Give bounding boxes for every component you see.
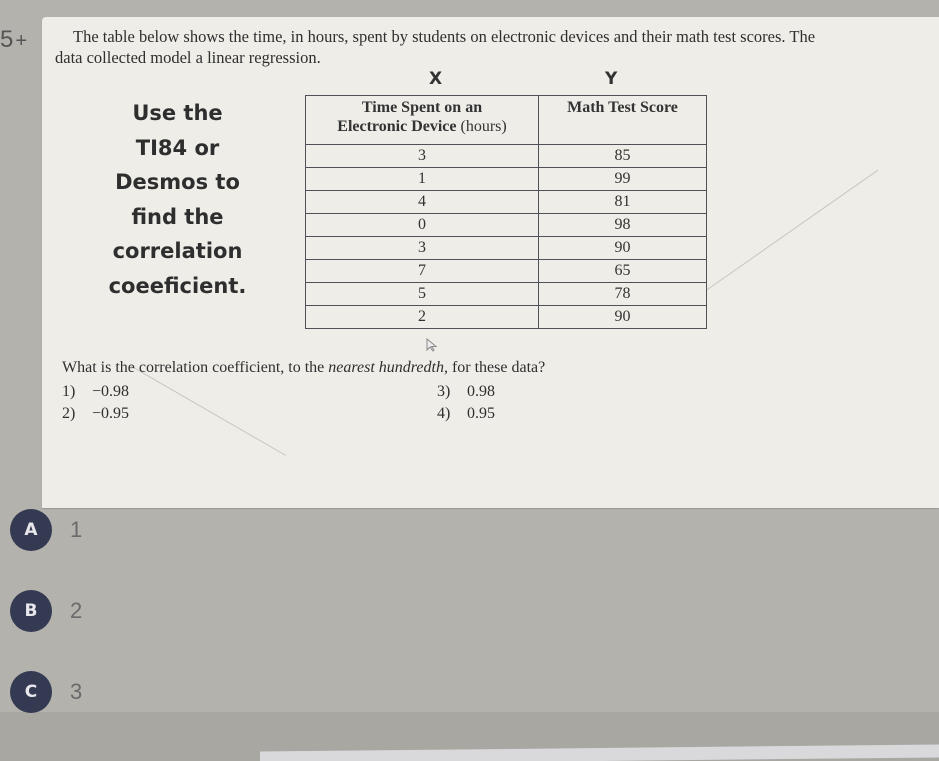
question-number: 5 + — [0, 26, 27, 54]
note-line: Use the — [132, 101, 223, 125]
cell-hours: 3 — [305, 144, 539, 168]
cell-hours: 0 — [305, 213, 539, 237]
cell-score: 98 — [538, 213, 707, 237]
question-prompt: The table below shows the time, in hours… — [55, 26, 935, 68]
table-row: 0 98 — [305, 213, 707, 237]
cell-hours: 3 — [305, 236, 539, 260]
cell-hours: 4 — [305, 190, 539, 214]
answer-text-a[interactable]: 1 — [70, 517, 82, 543]
note-line: TI84 or — [135, 135, 220, 160]
cell-hours: 5 — [305, 282, 539, 306]
cell-hours: 2 — [305, 305, 539, 329]
table-header-row: Time Spent on an Electronic Device (hour… — [305, 95, 707, 145]
table-row: 7 65 — [305, 259, 707, 283]
header-time: Time Spent on an Electronic Device (hour… — [305, 95, 539, 145]
answer-badge-b[interactable]: B — [10, 590, 52, 632]
prompt-line-2: data collected model a linear regression… — [55, 48, 321, 67]
plus-icon[interactable]: + — [15, 30, 27, 52]
choice-1: 1) −0.98 — [62, 383, 130, 400]
note-line: coeeficient. — [108, 273, 247, 298]
choice-3: 3) 0.98 — [437, 383, 495, 400]
choice-2: 2) −0.95 — [62, 405, 130, 422]
answer-option-c[interactable]: C 3 — [10, 671, 82, 713]
y-label: Y — [605, 69, 618, 89]
cell-score: 90 — [538, 305, 707, 329]
cell-score: 81 — [538, 190, 707, 214]
table-row: 3 85 — [305, 144, 707, 168]
note-line: Desmos to — [115, 170, 240, 194]
cell-score: 90 — [538, 236, 707, 260]
answer-option-b[interactable]: B 2 — [10, 590, 82, 632]
answer-text-b[interactable]: 2 — [70, 598, 82, 624]
cell-score: 99 — [538, 167, 707, 191]
data-table: Time Spent on an Electronic Device (hour… — [305, 95, 707, 329]
question-text: What is the correlation coefficient, to … — [62, 359, 546, 376]
cell-hours: 7 — [305, 259, 539, 283]
header-score: Math Test Score — [538, 95, 707, 145]
note-line: find the — [131, 204, 224, 229]
prompt-line-1: The table below shows the time, in hours… — [73, 27, 816, 46]
answer-badge-c[interactable]: C — [10, 671, 52, 713]
cell-hours: 1 — [305, 167, 539, 191]
question-number-label: 5 — [0, 26, 13, 53]
answer-text-c[interactable]: 3 — [70, 679, 82, 705]
cell-score: 78 — [538, 282, 707, 306]
answer-badge-a[interactable]: A — [10, 509, 52, 551]
mouse-cursor-icon — [426, 338, 438, 352]
x-label: X — [429, 69, 443, 89]
table-row: 1 99 — [305, 167, 707, 191]
table-row: 5 78 — [305, 282, 707, 306]
choice-4: 4) 0.95 — [437, 405, 495, 422]
cell-score: 65 — [538, 259, 707, 283]
table-row: 3 90 — [305, 236, 707, 260]
table-row: 4 81 — [305, 190, 707, 214]
answer-option-a[interactable]: A 1 — [10, 509, 82, 551]
note-line: correlation — [112, 239, 243, 263]
instruction-note: Use the TI84 or Desmos to find the corre… — [95, 96, 260, 303]
cell-score: 85 — [538, 144, 707, 168]
table-row: 2 90 — [305, 305, 707, 329]
